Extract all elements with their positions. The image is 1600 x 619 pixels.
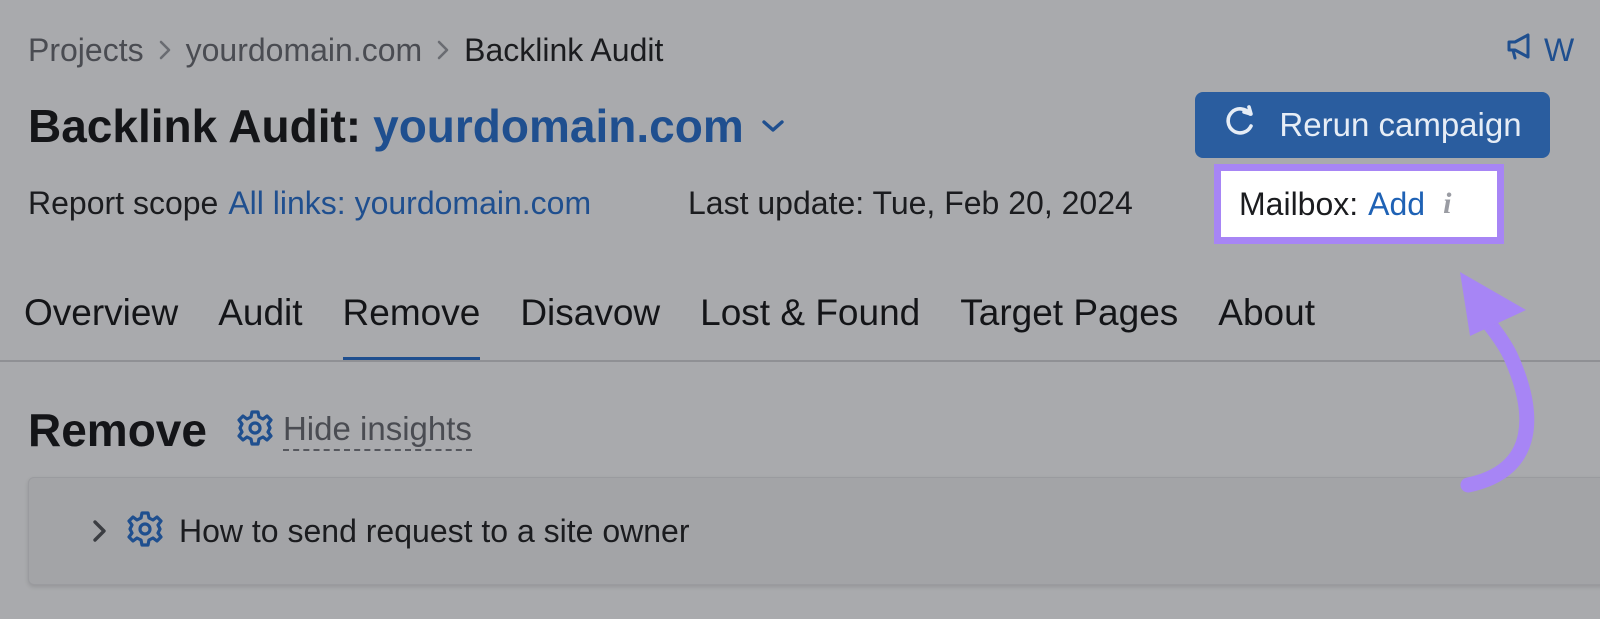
mailbox-highlight: Mailbox: Add i — [1214, 164, 1504, 244]
section-title: Remove — [28, 404, 207, 456]
chevron-right-icon — [422, 40, 464, 60]
tab-remove[interactable]: Remove — [342, 288, 480, 362]
hide-insights-toggle[interactable]: Hide insights — [235, 408, 472, 453]
refresh-icon — [1223, 104, 1257, 146]
annotation-arrow — [1460, 272, 1535, 493]
announcement-link[interactable]: W — [1504, 28, 1574, 72]
gear-icon — [235, 408, 275, 453]
tab-bar: Overview Audit Remove Disavow Lost & Fou… — [24, 288, 1315, 362]
tab-overview[interactable]: Overview — [24, 288, 178, 362]
hide-insights-label: Hide insights — [282, 409, 472, 451]
tab-audit[interactable]: Audit — [218, 288, 302, 362]
rerun-campaign-label: Rerun campaign — [1279, 106, 1522, 143]
chevron-down-icon[interactable] — [760, 117, 786, 135]
tab-lost-found[interactable]: Lost & Found — [700, 288, 920, 362]
tab-divider — [0, 360, 1600, 362]
mailbox-label: Mailbox: — [1239, 185, 1359, 222]
page-title-prefix: Backlink Audit: — [28, 100, 362, 152]
page-title: Backlink Audit: yourdomain.com — [28, 96, 786, 156]
insight-item-label: How to send request to a site owner — [179, 512, 690, 549]
chevron-right-icon — [89, 516, 111, 546]
info-icon[interactable]: i — [1443, 187, 1451, 221]
breadcrumb-item-projects[interactable]: Projects — [28, 32, 144, 69]
gear-icon — [125, 509, 165, 554]
report-scope: Report scope All links: yourdomain.com — [28, 182, 591, 224]
breadcrumb-item-current: Backlink Audit — [464, 31, 664, 68]
breadcrumb: Projects yourdomain.com Backlink Audit — [28, 30, 663, 70]
megaphone-icon — [1504, 30, 1536, 70]
tab-disavow[interactable]: Disavow — [520, 288, 660, 362]
rerun-campaign-button[interactable]: Rerun campaign — [1195, 92, 1550, 158]
section-header: Remove Hide insights — [28, 400, 472, 460]
last-update-text: Last update: Tue, Feb 20, 2024 — [688, 184, 1133, 221]
chevron-right-icon — [144, 40, 186, 60]
tab-about[interactable]: About — [1218, 288, 1315, 362]
insight-item[interactable]: How to send request to a site owner — [28, 477, 1600, 585]
tab-target-pages[interactable]: Target Pages — [960, 288, 1178, 362]
report-scope-link[interactable]: All links: yourdomain.com — [228, 185, 591, 222]
breadcrumb-item-domain[interactable]: yourdomain.com — [186, 32, 423, 69]
domain-selector[interactable]: yourdomain.com — [373, 99, 744, 153]
report-scope-label: Report scope — [28, 184, 219, 221]
announcement-label: W — [1544, 31, 1575, 68]
mailbox-add-link[interactable]: Add — [1368, 186, 1425, 223]
